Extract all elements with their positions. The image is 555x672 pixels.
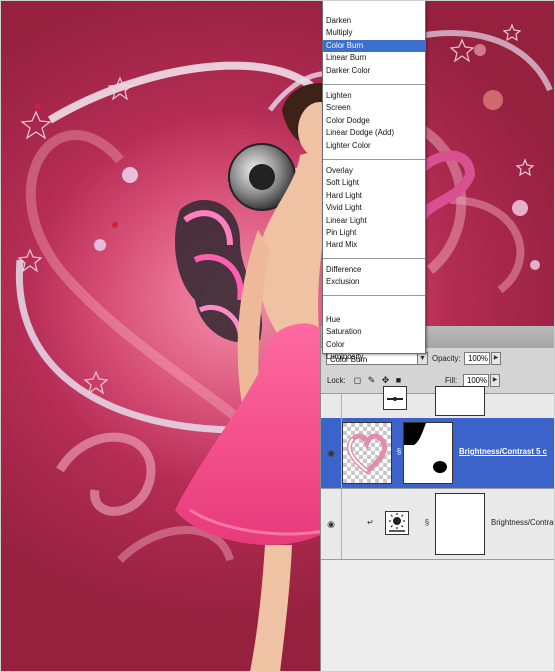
layer-row[interactable] <box>321 386 555 419</box>
adjustment-thumbnail[interactable] <box>383 386 407 410</box>
blend-option-linear-light[interactable]: Linear Light <box>323 215 425 227</box>
lock-label: Lock: <box>327 376 346 385</box>
layer-thumbnail[interactable] <box>342 422 392 484</box>
heart-thumbnail-image <box>343 423 391 483</box>
blend-option-soft-light[interactable]: Soft Light <box>323 177 425 189</box>
clip-arrow-icon: ↵ <box>367 518 374 527</box>
blend-option-lighter-color[interactable]: Lighter Color <box>323 140 425 152</box>
blend-group-hue: Hue Saturation Color Luminosity <box>323 314 425 364</box>
blend-option-saturation[interactable]: Saturation <box>323 326 425 338</box>
brightness-adjustment-icon <box>389 513 405 532</box>
blend-option-pin-light[interactable]: Pin Light <box>323 227 425 239</box>
layers-panel: Color Burn ▼ Opacity: 100% ▶ Lock: ◻ ✎ ✥… <box>320 326 555 672</box>
blend-option-lighten[interactable]: Lighten <box>323 90 425 102</box>
opacity-input[interactable]: 100% <box>464 352 490 365</box>
blend-group-lighten: Lighten Screen Color Dodge Linear Dodge … <box>323 90 425 152</box>
layer-mask-thumbnail[interactable] <box>403 422 453 484</box>
blend-option-linear-dodge[interactable]: Linear Dodge (Add) <box>323 127 425 139</box>
blend-option-exclusion[interactable]: Exclusion <box>323 276 425 288</box>
blend-option-luminosity[interactable]: Luminosity <box>323 351 425 363</box>
layer-row[interactable]: ◉ ↵ § Brightness/Contrast <box>321 489 555 560</box>
blend-option-difference[interactable]: Difference <box>323 264 425 276</box>
blend-option-color[interactable]: Color <box>323 339 425 351</box>
layer-name[interactable]: Brightness/Contrast 5 c <box>459 447 555 456</box>
eye-icon[interactable]: ◉ <box>324 517 338 531</box>
opacity-label: Opacity: <box>432 354 461 363</box>
menu-separator <box>323 258 425 259</box>
blend-option-screen[interactable]: Screen <box>323 102 425 114</box>
blend-mode-dropdown[interactable]: Darken Multiply Color Burn Linear Burn D… <box>322 0 426 361</box>
transparency-lock-icon[interactable]: ◻ <box>352 374 363 387</box>
blend-option-overlay[interactable]: Overlay <box>323 165 425 177</box>
fill-slider-arrow-icon[interactable]: ▶ <box>490 374 500 387</box>
layer-mask-thumbnail[interactable] <box>435 493 485 555</box>
layer-row-selected[interactable]: ◉ § Brightness/Contrast 5 c <box>321 418 555 489</box>
layer-mask-thumbnail[interactable] <box>435 386 485 416</box>
brush-lock-icon[interactable]: ✎ <box>366 374 377 387</box>
visibility-column[interactable] <box>321 394 342 418</box>
menu-separator <box>323 295 425 296</box>
layers-list: ◉ § Brightness/Contrast 5 c ◉ ↵ § Bright… <box>321 386 555 672</box>
blend-option-linear-burn[interactable]: Linear Burn <box>323 52 425 64</box>
blend-group-darken: Darken Multiply Color Burn Linear Burn D… <box>323 15 425 77</box>
blend-option-hard-mix[interactable]: Hard Mix <box>323 239 425 251</box>
blend-group-overlay: Overlay Soft Light Hard Light Vivid Ligh… <box>323 165 425 252</box>
blend-option-vivid-light[interactable]: Vivid Light <box>323 202 425 214</box>
adjustment-thumbnail[interactable] <box>385 511 409 535</box>
menu-separator <box>323 84 425 85</box>
blend-option-hue[interactable]: Hue <box>323 314 425 326</box>
blend-option-color-dodge[interactable]: Color Dodge <box>323 115 425 127</box>
blend-option-color-burn[interactable]: Color Burn <box>323 39 425 53</box>
blend-option-darken[interactable]: Darken <box>323 15 425 27</box>
mask-image <box>404 423 447 473</box>
blend-option-darker-color[interactable]: Darker Color <box>323 65 425 77</box>
visibility-column[interactable]: ◉ <box>321 418 342 488</box>
link-icon[interactable]: § <box>424 517 430 529</box>
brightness-adjustment-icon <box>387 397 403 401</box>
link-icon[interactable]: § <box>396 446 402 458</box>
blend-option-hard-light[interactable]: Hard Light <box>323 190 425 202</box>
opacity-slider-arrow-icon[interactable]: ▶ <box>491 352 501 365</box>
eye-icon[interactable]: ◉ <box>324 446 338 460</box>
layer-name[interactable]: Brightness/Contrast <box>491 518 555 527</box>
menu-separator <box>323 159 425 160</box>
blend-option-multiply[interactable]: Multiply <box>323 27 425 39</box>
visibility-column[interactable]: ◉ <box>321 489 342 559</box>
blend-group-difference: Difference Exclusion <box>323 264 425 289</box>
